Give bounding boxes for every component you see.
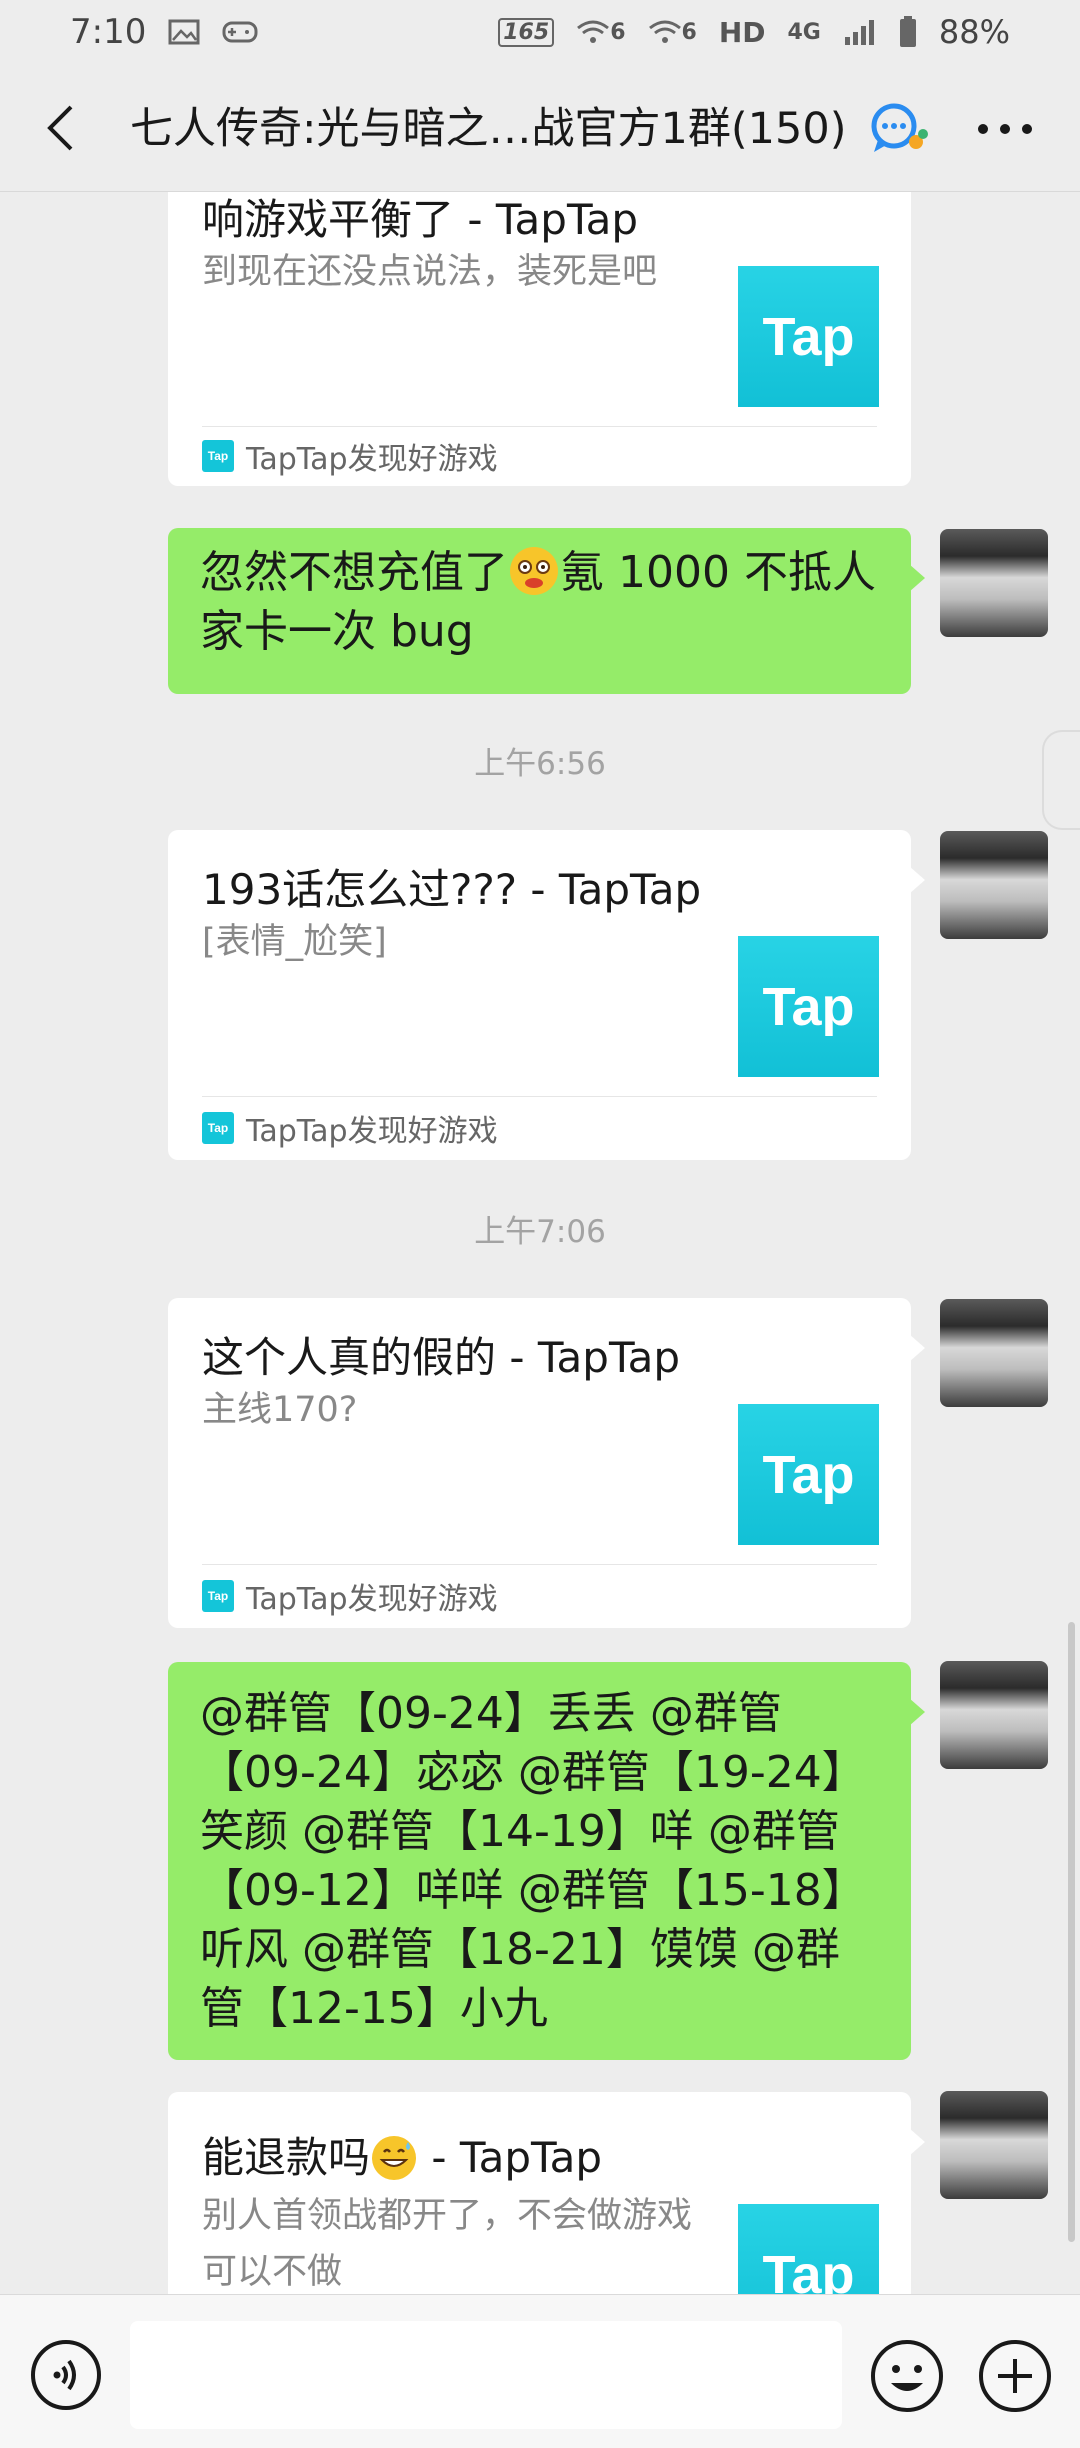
battery-percent: 88% [938,13,1010,51]
battery-icon [899,16,917,48]
taptap-thumbnail: Tap [738,936,879,1077]
back-button[interactable] [30,98,90,158]
link-card[interactable]: 193话怎么过??? - TapTap [表情_尬笑] Tap Tap TapT… [168,830,925,1160]
chevron-left-icon [47,105,73,151]
avatar[interactable] [940,1661,1048,1769]
link-card-desc: 主线170? [202,1390,358,1430]
link-card-title: 193话怎么过??? - TapTap [202,865,702,914]
card-divider [202,426,877,427]
more-icon [978,124,1032,134]
refresh-rate-icon: 165 [498,17,555,47]
signal-icon [843,17,877,47]
network-type: 4G [787,19,821,45]
status-bar: 7:10 165 6 6 HD 4G 88% [0,0,1080,64]
card-divider [202,1564,877,1565]
source-label: TapTap发现好游戏 [246,442,498,477]
link-card[interactable]: 响游戏平衡了 - TapTap 到现在还没点说法，装死是吧 Tap Tap Ta… [168,192,911,486]
link-card-desc: [表情_尬笑] [202,922,387,962]
message-text: @群管【09-24】丢丢 @群管【09-24】宓宓 @群管【19-24】笑颜 @… [200,1688,866,2034]
more-button[interactable] [975,104,1035,154]
emoji-button[interactable] [870,2339,944,2413]
input-bar [0,2294,1080,2448]
link-card-title: 这个人真的假的 - TapTap [202,1333,681,1382]
more-functions-button[interactable] [978,2339,1052,2413]
link-card-source: Tap TapTap发现好游戏 [202,434,498,478]
link-card[interactable]: 能退款吗 - TapTap 别人首领战都开了，不会做游戏可以不做 Tap [168,2092,925,2294]
sent-message[interactable]: @群管【09-24】丢丢 @群管【09-24】宓宓 @群管【19-24】笑颜 @… [168,1662,925,2060]
edge-panel-handle[interactable] [1042,730,1080,830]
avatar[interactable] [940,2091,1048,2199]
woozy-face-emoji-icon [510,547,558,595]
timestamp: 上午7:06 [474,1214,606,1250]
avatar[interactable] [940,1299,1048,1407]
smiley-icon [871,2340,943,2412]
wifi-6-icon: 6 [576,18,626,46]
hd-indicator: HD [718,15,766,49]
link-card-desc: 别人首领战都开了，不会做游戏可以不做 [202,2196,693,2292]
group-bubble-icon[interactable] [868,102,930,156]
chat-header: 七人传奇:光与暗之…战官方1群(150) [0,64,1080,192]
taptap-thumbnail: Tap [738,266,879,407]
link-card-source: Tap TapTap发现好游戏 [202,1574,498,1618]
link-card-title-text: 能退款吗 [202,2133,371,2182]
grinning-sweat-emoji-icon [372,2136,417,2180]
link-card-source: Tap TapTap发现好游戏 [202,1106,498,1150]
status-time: 7:10 [70,12,147,52]
message-text: 忽然不想充值了 [200,547,508,598]
plus-icon [979,2340,1051,2412]
scrollbar[interactable] [1068,1622,1075,2242]
voice-icon [31,2340,101,2410]
taptap-logo-icon: Tap [202,1112,234,1144]
sent-message[interactable]: 忽然不想充值了 氪 1000 不抵人家卡一次 bug [168,528,925,694]
link-card[interactable]: 这个人真的假的 - TapTap 主线170? Tap Tap TapTap发现… [168,1298,925,1628]
timestamp: 上午6:56 [474,746,606,782]
source-label: TapTap发现好游戏 [246,1114,498,1149]
avatar[interactable] [940,529,1048,637]
link-card-title: 能退款吗 - TapTap [202,2124,602,2185]
link-card-title: 响游戏平衡了 - TapTap [202,195,639,244]
taptap-thumbnail: Tap [738,1404,879,1545]
voice-button[interactable] [30,2339,102,2411]
taptap-thumbnail: Tap [738,2204,879,2294]
card-divider [202,1096,877,1097]
source-label: TapTap发现好游戏 [246,1582,498,1617]
avatar[interactable] [940,831,1048,939]
taptap-logo-icon: Tap [202,440,234,472]
message-input[interactable] [130,2321,842,2429]
message-list[interactable]: 响游戏平衡了 - TapTap 到现在还没点说法，装死是吧 Tap Tap Ta… [0,192,1080,2294]
gallery-icon [168,18,200,46]
link-card-desc: 到现在还没点说法，装死是吧 [202,252,658,292]
chat-title[interactable]: 七人传奇:光与暗之…战官方1群(150) [130,94,900,156]
taptap-logo-icon: Tap [202,1580,234,1612]
link-card-title-suffix: - TapTap [418,2133,603,2182]
gamepad-icon [222,19,258,45]
wifi-6-secondary-icon: 6 [648,18,697,46]
